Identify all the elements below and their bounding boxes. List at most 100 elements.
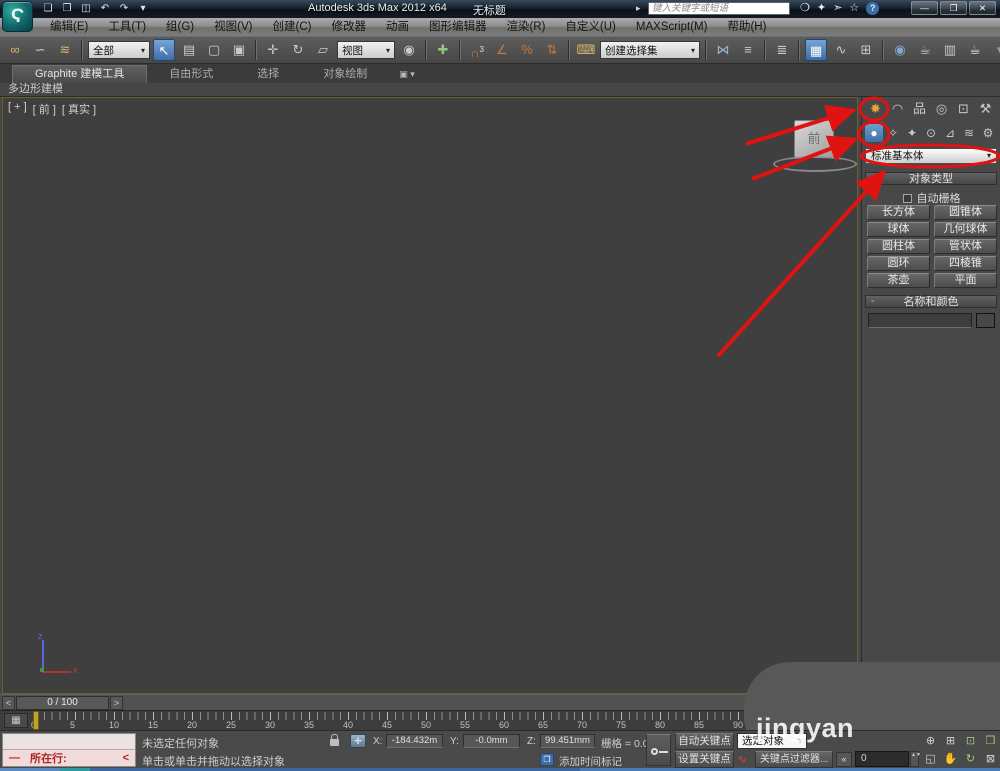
- display-tab-icon[interactable]: ⊡: [953, 100, 974, 118]
- motion-tab-icon[interactable]: ◎: [931, 100, 952, 118]
- pan-hand-icon[interactable]: ✋: [942, 751, 959, 767]
- bind-to-space-warp-icon[interactable]: ≋: [54, 39, 76, 61]
- spinner-down-icon[interactable]: ▼: [916, 752, 921, 758]
- add-time-tag-label[interactable]: 添加时间标记: [559, 754, 622, 769]
- mirror-icon[interactable]: ⋈: [712, 39, 734, 61]
- current-frame-marker[interactable]: [33, 711, 39, 730]
- undo-icon[interactable]: ↶: [97, 2, 113, 16]
- object-type-button[interactable]: 茶壶: [867, 273, 930, 288]
- select-and-manipulate-icon[interactable]: ✚: [432, 39, 454, 61]
- key-mode-toggle-icon[interactable]: «: [836, 752, 852, 767]
- menu-help[interactable]: 帮助(H): [717, 18, 776, 36]
- object-name-input[interactable]: [868, 313, 972, 328]
- menu-animation[interactable]: 动画: [376, 18, 419, 36]
- set-key-button[interactable]: 设置关键点: [675, 751, 734, 768]
- listener-macro-row[interactable]: [3, 734, 135, 750]
- search-icon[interactable]: ❍: [800, 2, 810, 15]
- next-frame-button[interactable]: >: [110, 696, 123, 710]
- geometry-category-icon[interactable]: ●: [865, 124, 883, 142]
- curve-editor-icon[interactable]: ∿: [830, 39, 852, 61]
- object-type-rollout-header[interactable]: 对象类型: [865, 172, 997, 185]
- ribbon-options-icon[interactable]: ▣ ▾: [389, 66, 425, 83]
- viewport-shading-menu[interactable]: [ 真实 ]: [62, 101, 96, 117]
- minimize-button[interactable]: —: [911, 1, 938, 15]
- menu-group[interactable]: 组(G): [156, 18, 204, 36]
- open-mini-curve-editor-icon[interactable]: ▦: [4, 713, 28, 728]
- selection-lock-icon[interactable]: [330, 734, 339, 746]
- zoom-icon[interactable]: ⊕: [922, 733, 939, 749]
- menu-rendering[interactable]: 渲染(R): [496, 18, 555, 36]
- menu-tools[interactable]: 工具(T): [98, 18, 156, 36]
- spacewarps-category-icon[interactable]: ≋: [960, 124, 978, 142]
- material-editor-icon[interactable]: ◉: [889, 39, 911, 61]
- help-icon[interactable]: ?: [866, 2, 880, 15]
- object-type-button[interactable]: 四棱锥: [934, 256, 997, 271]
- select-and-scale-icon[interactable]: ▱: [312, 39, 334, 61]
- collapse-minus-icon[interactable]: -: [871, 296, 874, 308]
- systems-category-icon[interactable]: ⚙: [979, 124, 997, 142]
- search-expander-icon[interactable]: ▸: [636, 3, 641, 14]
- menu-modifiers[interactable]: 修改器: [321, 18, 376, 36]
- coord-z-field[interactable]: 99.451mm: [540, 734, 595, 748]
- object-type-button[interactable]: 圆柱体: [867, 239, 930, 254]
- layer-manager-icon[interactable]: ≣: [771, 39, 793, 61]
- menu-maxscript[interactable]: MAXScript(M): [626, 18, 718, 36]
- name-color-rollout-header[interactable]: - 名称和颜色: [865, 295, 997, 308]
- listener-expander[interactable]: <: [123, 752, 129, 764]
- subscription-center-icon[interactable]: ✦: [817, 2, 826, 15]
- menu-customize[interactable]: 自定义(U): [555, 18, 625, 36]
- percent-snap-icon[interactable]: %: [516, 39, 538, 61]
- menu-create[interactable]: 创建(C): [262, 18, 321, 36]
- rectangular-selection-region-icon[interactable]: ▢: [203, 39, 225, 61]
- viewport-general-menu[interactable]: [ + ]: [8, 101, 27, 117]
- arc-rotate-icon[interactable]: ↻: [962, 751, 979, 767]
- snap-toggle-icon[interactable]: ∩3: [466, 39, 488, 61]
- select-and-rotate-icon[interactable]: ↻: [287, 39, 309, 61]
- maximize-button[interactable]: ❐: [940, 1, 967, 15]
- primitive-category-dropdown[interactable]: 标准基本体 ▾: [865, 148, 997, 164]
- autogrid-checkbox[interactable]: [902, 193, 912, 203]
- angle-snap-icon[interactable]: ∠: [491, 39, 513, 61]
- rendered-frame-window-icon[interactable]: ▥: [939, 39, 961, 61]
- spinner-snap-icon[interactable]: ⇅: [541, 39, 563, 61]
- utilities-tab-icon[interactable]: ⚒: [975, 100, 996, 118]
- zoom-extents-icon[interactable]: ⊡: [962, 733, 979, 749]
- absolute-mode-transform-icon[interactable]: ✛: [350, 734, 366, 748]
- current-frame-field[interactable]: 0: [855, 751, 909, 767]
- object-type-button[interactable]: 圆锥体: [934, 205, 997, 220]
- tab-freeform[interactable]: 自由形式: [147, 66, 235, 83]
- save-icon[interactable]: ◫: [78, 2, 94, 16]
- coord-x-field[interactable]: -184.432m: [386, 734, 443, 748]
- unlink-selection-icon[interactable]: ∽: [29, 39, 51, 61]
- set-keys-button[interactable]: [646, 734, 671, 766]
- create-tab-icon[interactable]: ✸: [865, 100, 886, 118]
- tab-graphite-modeling[interactable]: Graphite 建模工具: [12, 65, 148, 83]
- window-crossing-icon[interactable]: ▣: [228, 39, 250, 61]
- viewport-pov-menu[interactable]: [ 前 ]: [33, 101, 56, 117]
- object-type-button[interactable]: 几何球体: [934, 222, 997, 237]
- auto-key-button[interactable]: 自动关键点: [675, 733, 734, 750]
- favorites-icon[interactable]: ☆: [849, 2, 859, 15]
- viewport-front[interactable]: [ + ] [ 前 ] [ 真实 ] 前 z x: [2, 97, 858, 694]
- select-and-move-icon[interactable]: ✛: [262, 39, 284, 61]
- redo-icon[interactable]: ↷: [116, 2, 132, 16]
- time-slider-handle[interactable]: 0 / 100: [16, 696, 109, 710]
- ribbon-panel-polygon-modeling[interactable]: 多边形建模: [0, 83, 1000, 97]
- infocenter-search-input[interactable]: [648, 2, 790, 15]
- lights-category-icon[interactable]: ✦: [903, 124, 921, 142]
- object-type-button[interactable]: 长方体: [867, 205, 930, 220]
- close-button[interactable]: ✕: [969, 1, 996, 15]
- zoom-extents-all-icon[interactable]: ❒: [982, 733, 999, 749]
- maxscript-mini-listener[interactable]: — 所在行: <: [2, 733, 136, 767]
- helpers-category-icon[interactable]: ⊿: [941, 124, 959, 142]
- menu-graph-editors[interactable]: 图形编辑器: [419, 18, 497, 36]
- menu-edit[interactable]: 编辑(E): [40, 18, 98, 36]
- render-flyout-arrow-icon[interactable]: ▾: [989, 39, 1000, 61]
- schematic-view-icon[interactable]: ⊞: [855, 39, 877, 61]
- use-pivot-center-icon[interactable]: ◉: [398, 39, 420, 61]
- viewcube-compass-ring[interactable]: [773, 156, 857, 172]
- object-type-button[interactable]: 管状体: [934, 239, 997, 254]
- track-bar[interactable]: ▦ 051015202530354045505560657075808590: [0, 710, 860, 730]
- select-by-name-icon[interactable]: ▤: [178, 39, 200, 61]
- tab-object-paint[interactable]: 对象绘制: [301, 66, 389, 83]
